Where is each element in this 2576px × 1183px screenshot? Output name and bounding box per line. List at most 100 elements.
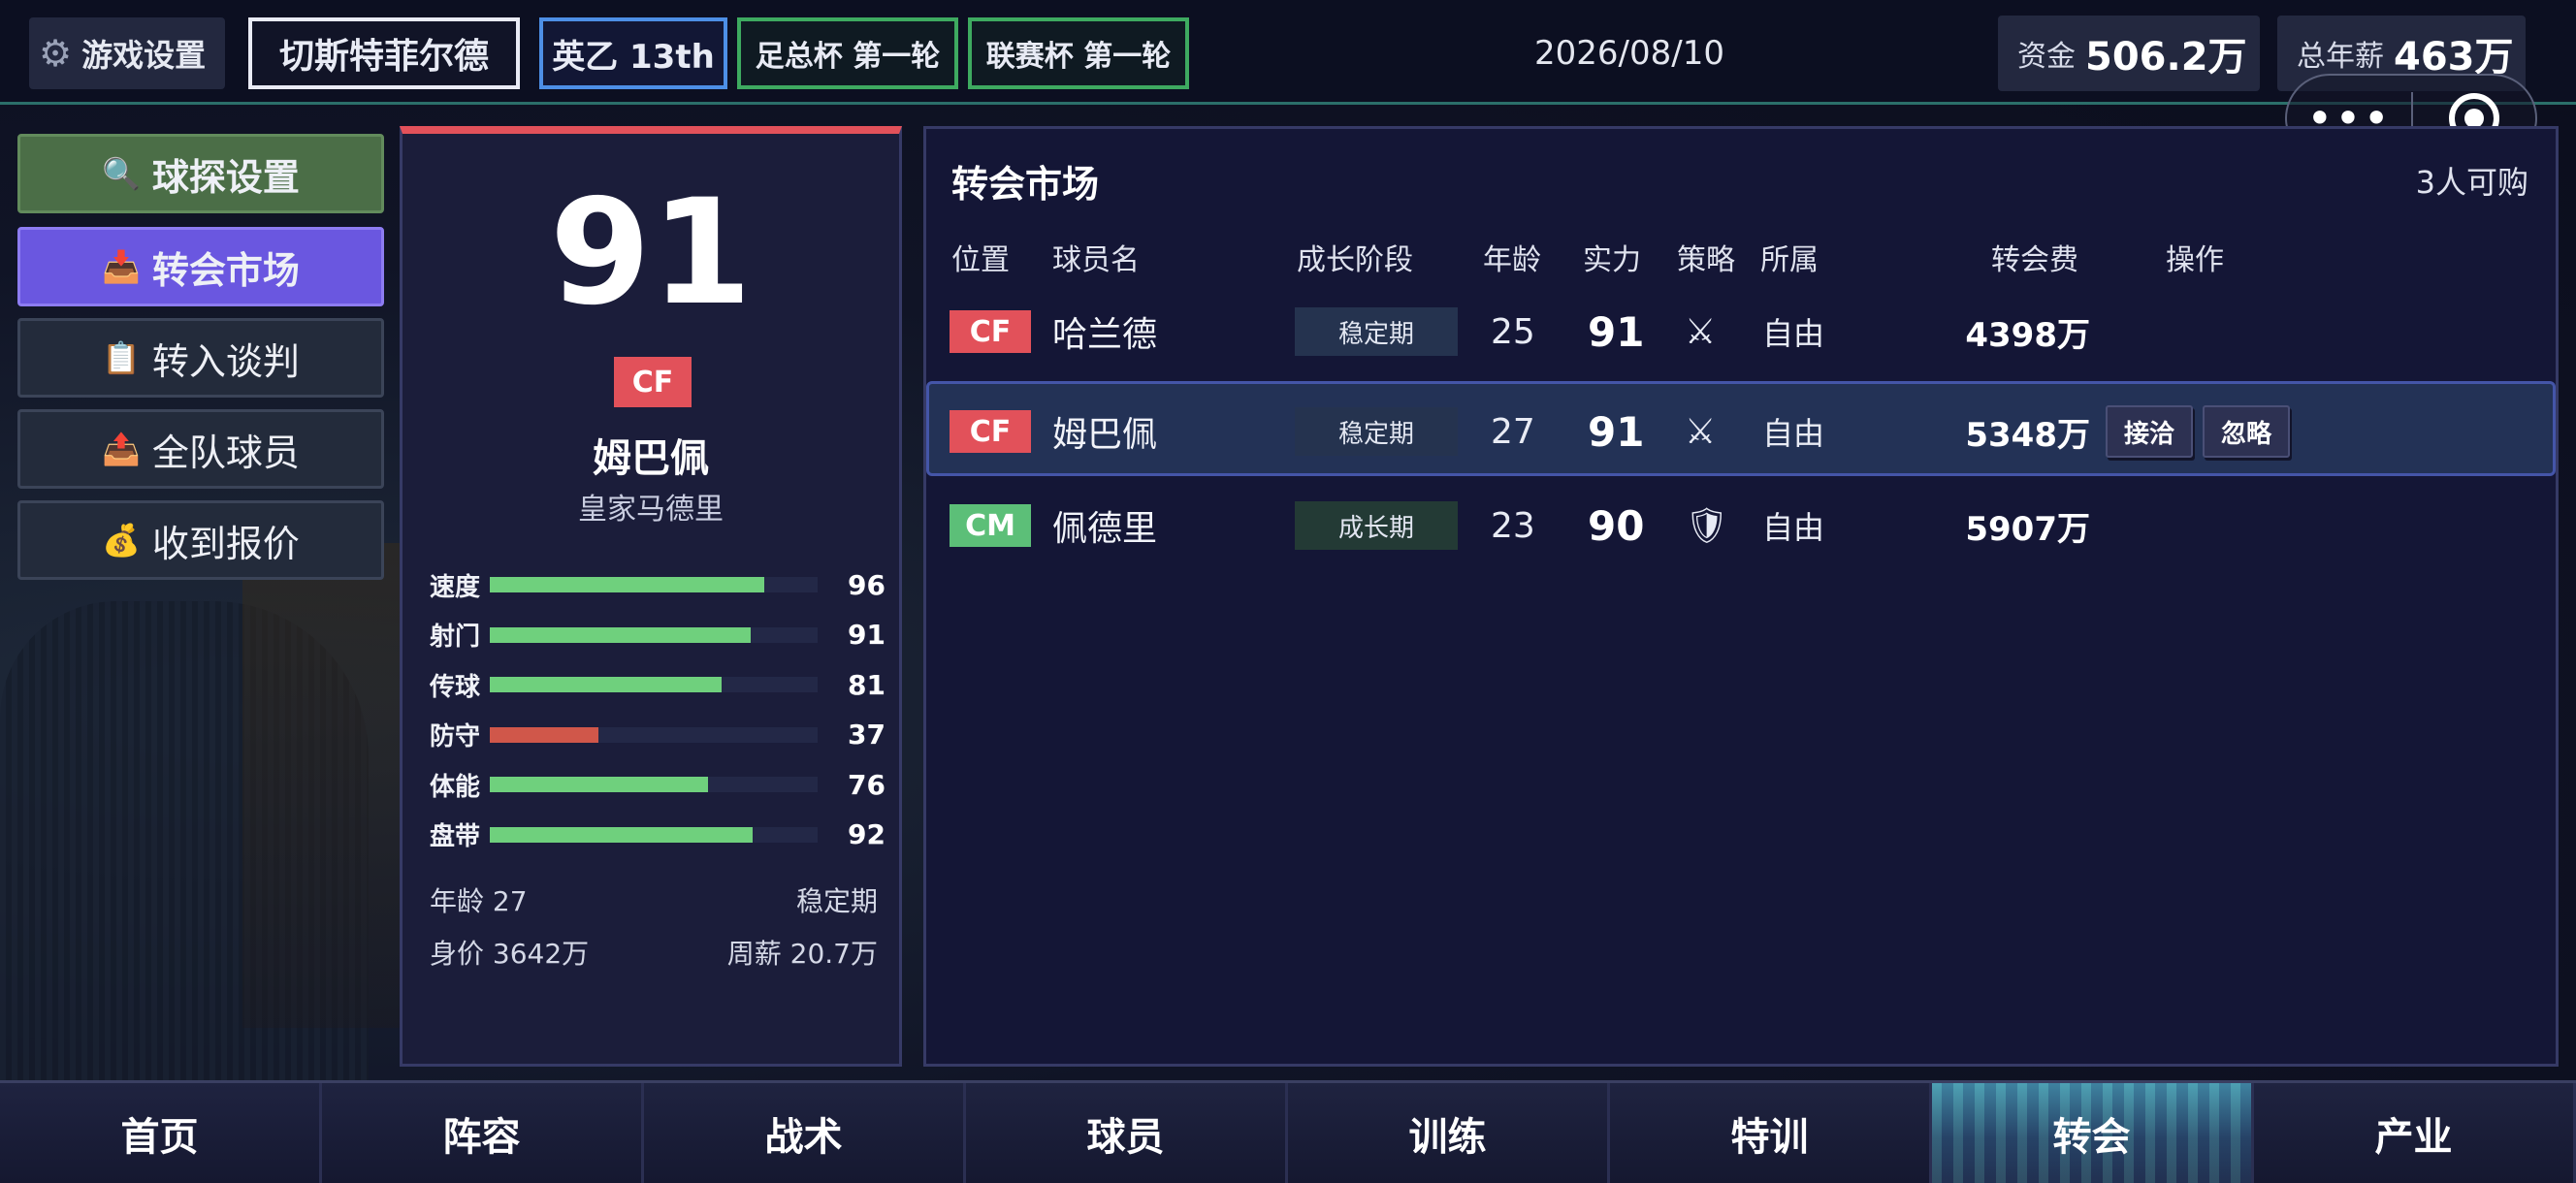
club-name-button[interactable]: 切斯特菲尔德 [248,17,520,89]
power-cell: 91 [1588,407,1645,456]
funds-label: 资金 [2017,40,2076,74]
funds-value: 506.2万 [2085,35,2247,80]
fee-cell: 4398万 [1965,315,2090,355]
position-badge: CF [950,310,1031,353]
stat-bar-track [490,726,818,743]
header-action: 操作 [2166,243,2224,277]
player-age: 年龄 27 [430,885,528,917]
player-name-cell: 哈兰德 [1052,315,1158,355]
stat-bar-fill [490,626,751,643]
received-offers-label: 收到报价 [151,522,300,565]
game-screen: ⚙ 游戏设置 切斯特菲尔德 英乙 13th 足总杯 第一轮 联赛杯 第一轮 20… [0,0,2576,1183]
player-rating: 91 [549,169,753,337]
stat-value: 81 [848,668,886,701]
player-row[interactable]: CF 哈兰德 稳定期 25 91 ⚔ 自由 4398万 [926,284,2556,379]
player-value-wage-row: 身价 3642万 周薪 20.7万 [430,933,878,972]
squad-players-button[interactable]: 📤 全队球员 [17,409,384,489]
transfer-negotiation-label: 转入谈判 [151,339,300,383]
ignore-button[interactable]: 忽略 [2203,405,2290,458]
player-value: 身价 3642万 [430,938,590,970]
transfer-negotiation-button[interactable]: 📋 转入谈判 [17,318,384,398]
stage-badge: 稳定期 [1295,307,1458,356]
stat-value: 92 [848,818,886,850]
stat-label: 体能 [430,772,481,802]
stat-row: 体能 76 [430,765,886,804]
stat-bar-track [490,577,818,592]
fee-cell: 5907万 [1965,509,2090,549]
player-wage: 周薪 20.7万 [726,938,878,970]
league-position-badge[interactable]: 英乙 13th [539,17,727,89]
owner-cell: 自由 [1762,415,1825,452]
fa-cup-badge[interactable]: 足总杯 第一轮 [737,17,958,89]
stage-badge: 成长期 [1295,501,1458,550]
bottom-tab-bar: 首页 阵容 战术 球员 训练 特训 转会 产业 [0,1080,2576,1183]
player-detail-card: 91 CF 姆巴佩 皇家马德里 速度 96 射门 91 传球 81 防守 37 体能 76 盘带 92… [400,126,902,1067]
owner-cell: 自由 [1762,509,1825,546]
header-owner: 所属 [1760,243,1819,277]
player-position-badge: CF [614,357,692,407]
fee-cell: 5348万 [1965,415,2090,455]
header-name: 球员名 [1052,243,1140,277]
market-title: 转会市场 [951,163,1100,206]
stat-bar-fill [490,726,598,743]
age-cell: 23 [1491,505,1535,546]
tab-6[interactable]: 转会 [1932,1083,2254,1183]
tab-4[interactable]: 训练 [1288,1083,1610,1183]
outbox-upload-icon: 📤 [102,431,141,467]
position-badge: CF [950,410,1031,453]
transfer-market-button[interactable]: 📥 转会市场 [17,227,384,306]
stat-label: 盘带 [430,822,481,851]
league-cup-badge[interactable]: 联赛杯 第一轮 [968,17,1189,89]
stat-row: 防守 37 [430,716,886,754]
shield-icon: 🛡 [1685,506,1729,546]
power-cell: 91 [1588,307,1645,356]
transfer-market-label: 转会市场 [151,248,300,292]
stage-badge: 稳定期 [1295,407,1458,456]
header-age: 年龄 [1483,243,1541,277]
age-cell: 25 [1491,311,1535,352]
stat-value: 37 [848,719,886,751]
age-cell: 27 [1491,411,1535,452]
stat-bar-fill [490,677,722,692]
player-name-cell: 佩德里 [1052,509,1158,549]
tab-7[interactable]: 产业 [2254,1083,2576,1183]
stat-row: 射门 91 [430,616,886,655]
player-name-cell: 姆巴佩 [1052,415,1158,455]
stat-value: 76 [848,768,886,801]
player-row[interactable]: CM 佩德里 成长期 23 90 🛡 自由 5907万 [926,478,2556,573]
player-stage: 稳定期 [795,885,878,917]
crossed-swords-icon: ⚔ [1685,311,1717,352]
scout-settings-button[interactable]: 🔍 球探设置 [17,134,384,213]
player-row[interactable]: CF 姆巴佩 稳定期 27 91 ⚔ 自由 5348万 接洽 忽略 [926,381,2556,476]
player-age-stage-row: 年龄 27 稳定期 [430,880,878,919]
owner-cell: 自由 [1762,315,1825,352]
stat-label: 速度 [430,572,481,602]
stat-bar-fill [490,826,753,843]
stat-row: 速度 96 [430,565,886,604]
game-settings-button[interactable]: ⚙ 游戏设置 [29,17,225,89]
stat-row: 盘带 92 [430,815,886,854]
wages-label: 总年薪 [2297,40,2384,74]
tab-1[interactable]: 阵容 [322,1083,644,1183]
contact-button[interactable]: 接洽 [2106,405,2193,458]
header-fee: 转会费 [1991,243,2078,277]
funds-display: 资金 506.2万 [1998,16,2260,91]
stat-label: 射门 [430,623,481,652]
stat-row: 传球 81 [430,665,886,704]
tab-3[interactable]: 球员 [966,1083,1288,1183]
scout-settings-label: 球探设置 [151,155,300,199]
received-offers-button[interactable]: 💰 收到报价 [17,500,384,580]
tab-2[interactable]: 战术 [644,1083,966,1183]
clipboard-icon: 📋 [102,339,141,376]
tab-5[interactable]: 特训 [1610,1083,1932,1183]
header-stage: 成长阶段 [1297,243,1413,277]
magnifier-icon: 🔍 [102,155,141,192]
game-date: 2026/08/10 [1534,34,1724,73]
top-bar: ⚙ 游戏设置 切斯特菲尔德 英乙 13th 足总杯 第一轮 联赛杯 第一轮 20… [0,0,2576,105]
header-position: 位置 [951,243,1010,277]
tab-0[interactable]: 首页 [0,1083,322,1183]
stat-bar-track [490,826,818,843]
transfer-market-panel: 转会市场 3人可购 位置 球员名 成长阶段 年龄 实力 策略 所属 转会费 操作… [923,126,2559,1067]
stat-label: 防守 [430,722,481,751]
header-power: 实力 [1583,243,1641,277]
